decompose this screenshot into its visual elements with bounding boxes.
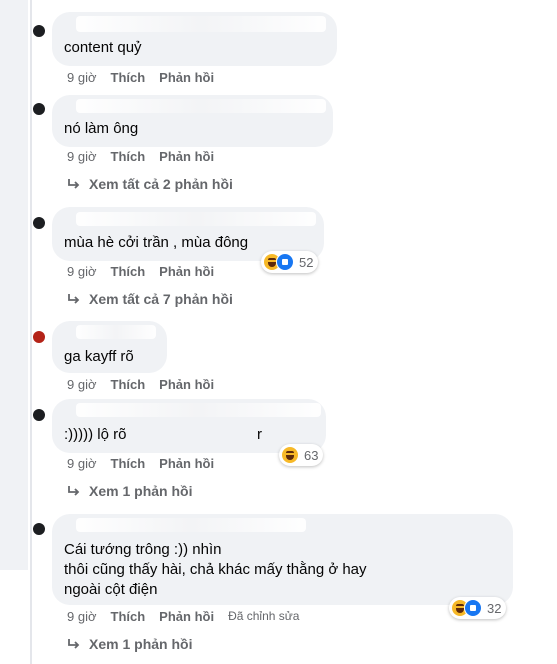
view-replies-label: Xem 1 phản hồi [89, 483, 193, 499]
reply-button[interactable]: Phản hồi [159, 456, 214, 471]
like-button[interactable]: Thích [111, 149, 146, 164]
comment-actions: 9 giờ Thích Phản hồi Đã chỉnh sửa [67, 609, 313, 624]
timestamp[interactable]: 9 giờ [67, 264, 97, 279]
comment-bubble: ga kayff rõ [52, 321, 167, 373]
comment-text: ga kayff rõ [64, 348, 134, 365]
timestamp[interactable]: 9 giờ [67, 149, 97, 164]
comment-text-line-1: Cái tướng trông :)) nhìn [64, 541, 222, 558]
comment-actions: 9 giờ Thích Phản hồi [67, 377, 228, 392]
comment-text-line-3: ngoài cột điện [64, 581, 158, 598]
comment-actions: 9 giờ Thích Phản hồi [67, 456, 228, 471]
view-replies-link[interactable]: Xem tất cả 2 phản hồi [67, 176, 233, 192]
reply-button[interactable]: Phản hồi [159, 377, 214, 392]
comment-bubble: content quỷ [52, 12, 337, 66]
view-replies-link[interactable]: Xem tất cả 7 phản hồi [67, 291, 233, 307]
reply-button[interactable]: Phản hồi [159, 149, 214, 164]
comment-text: nó làm ông [64, 120, 139, 137]
thread-line [30, 0, 32, 664]
avatar[interactable] [33, 523, 45, 535]
comment-bubble: nó làm ông [52, 95, 333, 147]
view-replies-label: Xem tất cả 2 phản hồi [89, 176, 233, 192]
comment-actions: 9 giờ Thích Phản hồi [67, 70, 228, 85]
reply-button[interactable]: Phản hồi [159, 609, 214, 624]
like-button[interactable]: Thích [111, 609, 146, 624]
avatar[interactable] [33, 25, 45, 37]
view-replies-label: Xem tất cả 7 phản hồi [89, 291, 233, 307]
author-name-redacted[interactable] [64, 207, 316, 226]
reaction-summary[interactable]: 32 [449, 597, 507, 619]
timestamp[interactable]: 9 giờ [67, 377, 97, 392]
author-name-redacted[interactable] [64, 399, 321, 417]
edited-label: Đã chỉnh sửa [228, 609, 300, 623]
haha-reaction-icon [281, 446, 299, 464]
left-panel-shade [0, 0, 28, 570]
reply-button[interactable]: Phản hồi [159, 264, 214, 279]
like-reaction-icon [276, 253, 294, 271]
comment-actions: 9 giờ Thích Phản hồi [67, 264, 228, 279]
timestamp[interactable]: 9 giờ [67, 456, 97, 471]
reply-arrow-icon [68, 179, 80, 189]
avatar[interactable] [33, 331, 45, 343]
like-button[interactable]: Thích [111, 264, 146, 279]
view-replies-link[interactable]: Xem 1 phản hồi [67, 636, 192, 652]
comment-text: :))))) lộ rõ [64, 426, 127, 443]
comment-text-row: :))))) lộ rõ r [64, 425, 314, 445]
view-replies-label: Xem 1 phản hồi [89, 636, 193, 652]
reply-arrow-icon [68, 639, 80, 649]
avatar[interactable] [33, 103, 45, 115]
author-name-redacted[interactable] [64, 514, 501, 532]
like-button[interactable]: Thích [111, 377, 146, 392]
reaction-count: 52 [299, 254, 314, 270]
avatar[interactable] [33, 217, 45, 229]
comment-text: mùa hè cởi trần , mùa đông [64, 234, 249, 251]
comment-text: content quỷ [64, 39, 142, 56]
reaction-count: 63 [304, 447, 319, 463]
reply-arrow-icon [68, 486, 80, 496]
like-button[interactable]: Thích [111, 456, 146, 471]
view-replies-link[interactable]: Xem 1 phản hồi [67, 483, 192, 499]
reaction-count: 32 [487, 600, 502, 616]
reply-arrow-icon [68, 294, 80, 304]
like-button[interactable]: Thích [111, 70, 146, 85]
reaction-summary[interactable]: 52 [261, 251, 319, 273]
comment-text-end: r [257, 426, 262, 443]
reply-button[interactable]: Phản hồi [159, 70, 214, 85]
comment-text-line-2: thôi cũng thấy hài, chả khác mấy thằng ở… [64, 561, 367, 578]
avatar[interactable] [33, 409, 45, 421]
like-reaction-icon [464, 599, 482, 617]
author-name-redacted[interactable] [64, 12, 326, 32]
author-name-redacted[interactable] [64, 321, 156, 339]
author-name-redacted[interactable] [64, 95, 326, 113]
reaction-summary[interactable]: 63 [279, 444, 324, 466]
comment-bubble: Cái tướng trông :)) nhìn thôi cũng thấy … [52, 514, 513, 605]
comment-actions: 9 giờ Thích Phản hồi [67, 149, 228, 164]
timestamp[interactable]: 9 giờ [67, 70, 97, 85]
timestamp[interactable]: 9 giờ [67, 609, 97, 624]
